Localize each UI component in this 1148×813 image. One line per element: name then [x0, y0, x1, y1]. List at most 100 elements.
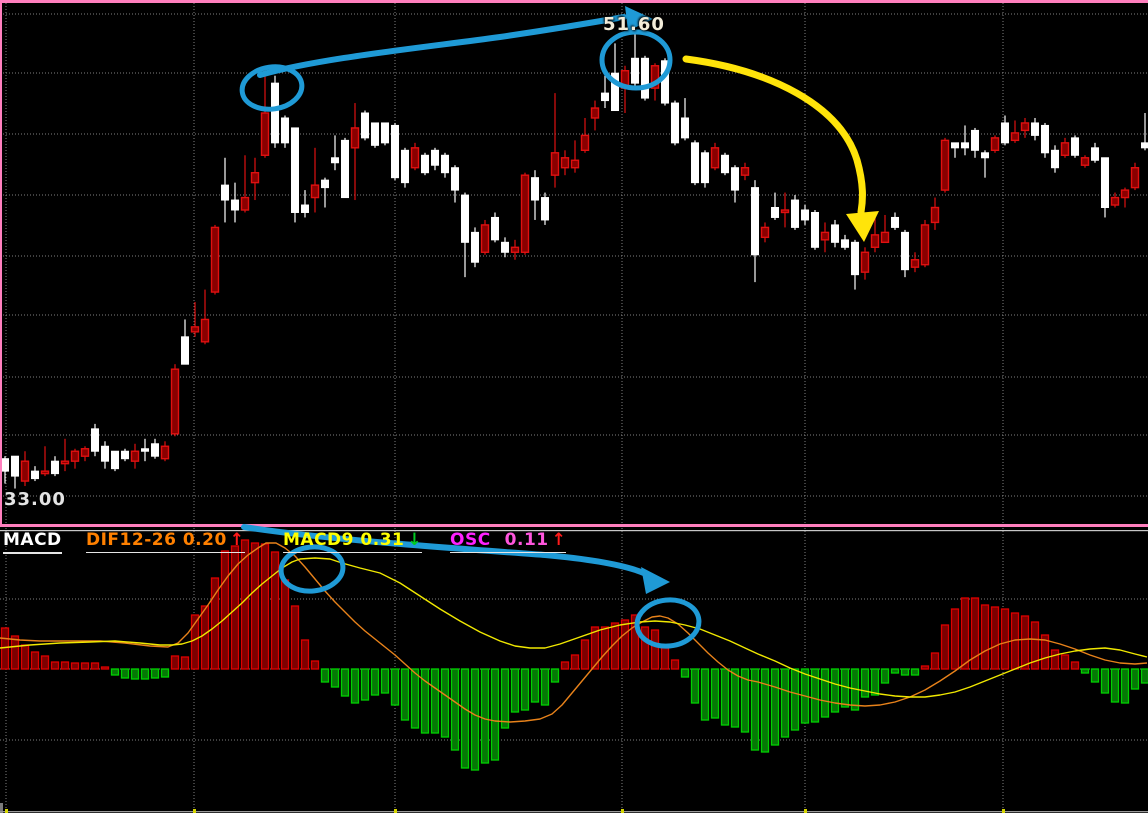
macd-bar-negative	[372, 669, 379, 695]
macd-bar-negative	[362, 669, 369, 700]
candle-body	[722, 155, 729, 172]
candles-group	[2, 33, 1148, 488]
candle-body	[542, 198, 549, 220]
macd-bar-negative	[352, 669, 359, 703]
axis-corner	[0, 803, 3, 813]
macd-indicator-label: MACD	[3, 531, 62, 554]
candle-body	[372, 123, 379, 145]
macd-bar-negative	[482, 669, 489, 763]
macd-bar-positive	[222, 551, 229, 669]
candle-body	[752, 188, 759, 255]
candle-body	[1052, 150, 1059, 167]
candle-body	[312, 185, 319, 197]
candle-body	[1082, 158, 1089, 165]
candle-body	[582, 135, 589, 150]
dea-legend: MACD9 0.31↓	[283, 531, 422, 553]
candle-body	[642, 58, 649, 98]
candle-body	[1022, 123, 1029, 130]
candle-body	[1012, 133, 1019, 140]
candle-body	[572, 160, 579, 167]
macd-bar-positive	[562, 662, 569, 669]
candle-body	[732, 168, 739, 190]
candle-body	[442, 155, 449, 172]
candle-body	[392, 125, 399, 177]
candle-body	[192, 327, 199, 332]
candle-body	[22, 461, 29, 481]
macd-bar-positive	[252, 543, 259, 669]
candle-body	[602, 93, 609, 100]
macd-bar-negative	[392, 669, 399, 705]
candle-body	[92, 429, 99, 451]
candle-body	[482, 225, 489, 252]
macd-bar-positive	[1072, 662, 1079, 669]
candle-body	[282, 118, 289, 143]
candle-body	[552, 153, 559, 175]
candle-body	[912, 260, 919, 267]
macd-bar-positive	[92, 663, 99, 669]
chart-canvas	[0, 0, 1148, 813]
candle-body	[1042, 125, 1049, 152]
axis-tick	[1002, 809, 1005, 813]
macd-bar-negative	[132, 669, 139, 679]
candle-body	[622, 71, 629, 88]
macd-bar-negative	[772, 669, 779, 745]
candle-body	[632, 58, 639, 83]
candle-body	[262, 113, 269, 155]
macd-bar-positive	[52, 662, 59, 669]
macd-bar-positive	[1052, 650, 1059, 669]
macd-bar-positive	[42, 656, 49, 669]
candle-body	[402, 150, 409, 182]
candle-body	[272, 83, 279, 143]
candle-body	[922, 225, 929, 265]
macd-bar-negative	[432, 669, 439, 733]
candle-body	[672, 103, 679, 143]
candle-body	[462, 195, 469, 242]
candle-body	[832, 225, 839, 242]
macd-bar-negative	[162, 669, 169, 677]
macd-bar-positive	[932, 653, 939, 669]
macd-bar-negative	[1092, 669, 1099, 682]
macd-bar-positive	[922, 666, 929, 669]
macd-bar-positive	[282, 580, 289, 669]
macd-bar-negative	[702, 669, 709, 720]
candle-body	[1062, 143, 1069, 155]
candle-body	[882, 232, 889, 242]
candle-body	[202, 319, 209, 341]
candle-body	[852, 242, 859, 274]
axis-tick	[5, 809, 8, 813]
macd-bar-negative	[762, 669, 769, 752]
macd-bar-negative	[382, 669, 389, 693]
macd-bar-positive	[102, 667, 109, 669]
bottom-axis	[0, 811, 1148, 812]
macd-bar-positive	[982, 605, 989, 669]
macd-bar-positive	[622, 620, 629, 669]
candle-body	[932, 208, 939, 223]
macd-bar-negative	[1112, 669, 1119, 702]
dea-value-label: MACD9 0.31	[283, 530, 404, 550]
macd-bar-negative	[832, 669, 839, 712]
macd-bar-negative	[442, 669, 449, 737]
candle-body	[592, 108, 599, 118]
candle-body	[662, 61, 669, 103]
macd-bar-negative	[502, 669, 509, 728]
osc-value-label: 0.11	[505, 530, 549, 550]
macd-bar-positive	[72, 663, 79, 669]
macd-bar-negative	[122, 669, 129, 678]
candle-body	[232, 200, 239, 210]
candle-body	[172, 369, 179, 434]
macd-bar-negative	[412, 669, 419, 728]
candle-body	[302, 205, 309, 212]
macd-bar-positive	[22, 645, 29, 669]
candle-body	[892, 217, 899, 227]
candle-body	[652, 66, 659, 88]
macd-bar-negative	[692, 669, 699, 703]
macd-bar-negative	[712, 669, 719, 718]
candle-body	[2, 459, 9, 471]
axis-tick	[193, 809, 196, 813]
candle-body	[1102, 158, 1109, 208]
macd-bar-positive	[82, 663, 89, 669]
macd-bar-negative	[732, 669, 739, 727]
candle-body	[292, 128, 299, 213]
macd-bar-negative	[902, 669, 909, 675]
macd-bar-negative	[492, 669, 499, 760]
